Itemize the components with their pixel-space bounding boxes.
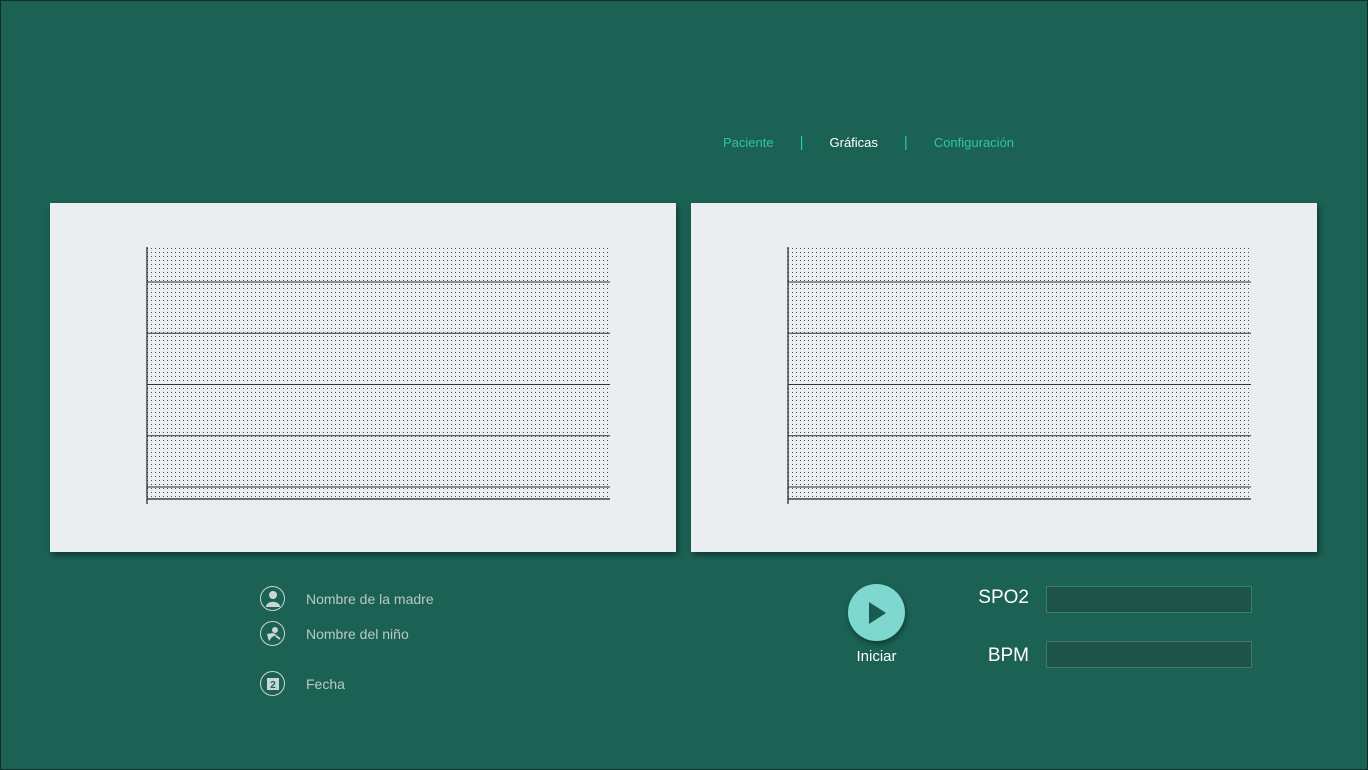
date-label: Fecha	[306, 675, 345, 692]
nav-tab-graficas[interactable]: Gráficas	[830, 135, 878, 150]
chart-panel-right	[691, 203, 1317, 552]
start-label: Iniciar	[856, 648, 897, 665]
nav-tab-configuracion[interactable]: Configuración	[934, 135, 1014, 150]
nav-separator: |	[903, 133, 908, 151]
grid-chart-right	[787, 247, 1251, 504]
date-row: 2 Fecha	[260, 671, 345, 696]
grid-chart-left	[146, 247, 610, 504]
plot-area-right	[787, 247, 1253, 505]
baby-icon	[260, 621, 285, 646]
child-name-row: Nombre del niño	[260, 621, 409, 646]
mother-name-row: Nombre de la madre	[260, 586, 434, 611]
chart-panel-left	[50, 203, 676, 552]
child-name-label: Nombre del niño	[306, 625, 409, 642]
dot-grid	[788, 248, 1251, 499]
bpm-field[interactable]	[1046, 641, 1252, 668]
start-button[interactable]	[848, 584, 905, 641]
spo2-field[interactable]	[1046, 586, 1252, 613]
dot-grid	[147, 248, 610, 499]
bpm-label: BPM	[987, 645, 1029, 666]
plot-area-left	[146, 247, 612, 505]
calendar-day: 2	[270, 680, 276, 691]
mother-name-label: Nombre de la madre	[306, 590, 434, 607]
nav-separator: |	[799, 133, 804, 151]
nav-tab-paciente[interactable]: Paciente	[723, 135, 774, 150]
spo2-label: SPO2	[978, 587, 1029, 608]
play-icon	[868, 601, 886, 624]
top-nav: Paciente | Gráficas | Configuración	[723, 133, 1014, 151]
person-icon	[260, 586, 285, 611]
calendar-icon: 2	[260, 671, 285, 696]
